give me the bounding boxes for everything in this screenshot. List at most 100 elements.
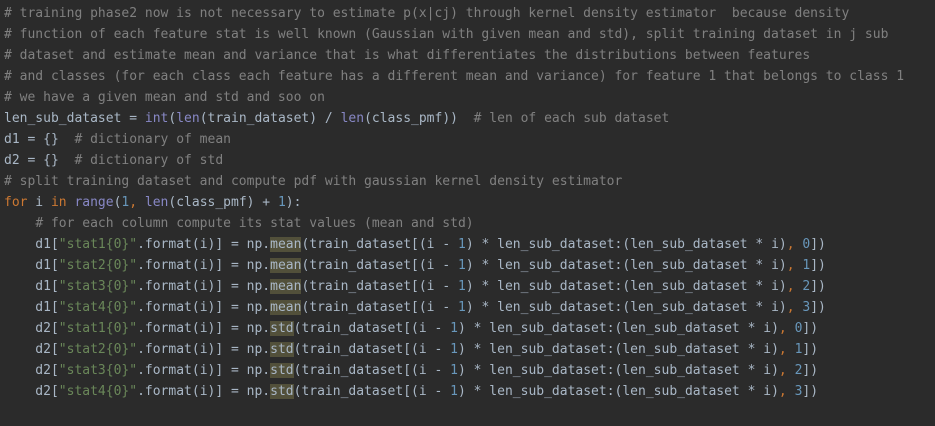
- code-text: ) * len_sub_dataset:(len_sub_dataset * i…: [458, 363, 779, 378]
- code-text: .format(i)] = np.: [137, 384, 271, 399]
- code-keyword: ,: [786, 300, 795, 315]
- code-text: (train_dataset[(i -: [301, 237, 458, 252]
- code-editor[interactable]: # training phase2 now is not necessary t…: [0, 0, 935, 426]
- code-line[interactable]: # for each column compute its stat value…: [4, 213, 904, 234]
- code-text: (class_pmf) +: [168, 195, 278, 210]
- code-text: d1 = {}: [4, 132, 75, 147]
- code-comment: # len of each sub dataset: [473, 111, 670, 126]
- code-line[interactable]: # training phase2 now is not necessary t…: [4, 3, 904, 24]
- code-highlighted-identifier: mean: [270, 300, 302, 315]
- code-line[interactable]: d1["stat4{0}".format(i)] = np.mean(train…: [4, 297, 904, 318]
- code-keyword: ,: [129, 195, 138, 210]
- code-line[interactable]: # split training dataset and compute pdf…: [4, 171, 904, 192]
- code-text: d2[: [4, 321, 59, 336]
- code-text: ) * len_sub_dataset:(len_sub_dataset * i…: [465, 300, 787, 315]
- code-string: "stat1{0}": [58, 237, 138, 252]
- code-string: "stat4{0}": [58, 384, 138, 399]
- code-comment: # dataset and estimate mean and variance…: [4, 48, 811, 63]
- code-line[interactable]: d2 = {} # dictionary of std: [4, 150, 904, 171]
- code-number: 1: [458, 258, 466, 273]
- code-string: "stat4{0}": [58, 300, 138, 315]
- code-builtin: int: [144, 111, 169, 126]
- code-number: 1: [458, 237, 466, 252]
- code-line[interactable]: d1 = {} # dictionary of mean: [4, 129, 904, 150]
- code-text: d2[: [4, 363, 59, 378]
- code-text: (train_dataset) /: [199, 111, 341, 126]
- code-text: .format(i)] = np.: [137, 279, 271, 294]
- code-text: d1[: [4, 258, 59, 273]
- code-highlighted-identifier: mean: [270, 237, 302, 252]
- code-comment: # dictionary of mean: [74, 132, 231, 147]
- code-highlighted-identifier: mean: [270, 279, 302, 294]
- code-number: 1: [450, 321, 458, 336]
- code-text: (train_dataset[(i -: [293, 342, 451, 357]
- code-text: ]): [802, 321, 819, 336]
- code-line[interactable]: d2["stat4{0}".format(i)] = np.std(train_…: [4, 381, 904, 402]
- code-text: d2[: [4, 384, 59, 399]
- code-line[interactable]: d1["stat2{0}".format(i)] = np.mean(train…: [4, 255, 904, 276]
- code-text: .format(i)] = np.: [137, 363, 271, 378]
- code-comment: # and classes (for each class each featu…: [4, 69, 905, 84]
- code-text: .format(i)] = np.: [137, 321, 271, 336]
- code-line[interactable]: # function of each feature stat is well …: [4, 24, 904, 45]
- code-text: d2[: [4, 342, 59, 357]
- code-text: (train_dataset[(i -: [293, 363, 451, 378]
- code-line[interactable]: # dataset and estimate mean and variance…: [4, 45, 904, 66]
- code-keyword: for: [4, 195, 28, 210]
- code-text: .format(i)] = np.: [137, 237, 271, 252]
- code-comment: # function of each feature stat is well …: [4, 27, 889, 42]
- code-text: d1[: [4, 300, 59, 315]
- code-line[interactable]: len_sub_dataset = int(len(train_dataset)…: [4, 108, 904, 129]
- code-comment: # dictionary of std: [74, 153, 224, 168]
- code-highlighted-identifier: std: [270, 363, 294, 378]
- code-text: (train_dataset[(i -: [301, 279, 458, 294]
- code-keyword: ,: [778, 321, 787, 336]
- code-number: 1: [450, 363, 458, 378]
- code-builtin: len: [176, 111, 200, 126]
- code-comment: # we have a given mean and std and soo o…: [4, 90, 325, 105]
- code-text: d2 = {}: [4, 153, 75, 168]
- code-number: 1: [277, 195, 286, 210]
- code-text: .format(i)] = np.: [137, 342, 271, 357]
- code-text: ]): [802, 342, 819, 357]
- code-text: ]): [802, 363, 819, 378]
- code-builtin: len: [340, 111, 365, 126]
- code-comment: # split training dataset and compute pdf…: [4, 174, 623, 189]
- code-highlighted-identifier: mean: [270, 258, 302, 273]
- code-line[interactable]: d1["stat3{0}".format(i)] = np.mean(train…: [4, 276, 904, 297]
- code-line[interactable]: d2["stat2{0}".format(i)] = np.std(train_…: [4, 339, 904, 360]
- code-string: "stat3{0}": [58, 363, 138, 378]
- code-text: (train_dataset[(i -: [293, 384, 451, 399]
- code-text: ]): [802, 384, 819, 399]
- code-line[interactable]: d2["stat1{0}".format(i)] = np.std(train_…: [4, 318, 904, 339]
- code-comment: # training phase2 now is not necessary t…: [4, 6, 850, 21]
- code-line[interactable]: # and classes (for each class each featu…: [4, 66, 904, 87]
- code-highlighted-identifier: std: [270, 342, 294, 357]
- code-keyword: ,: [786, 258, 795, 273]
- code-text: ) * len_sub_dataset:(len_sub_dataset * i…: [458, 342, 779, 357]
- code-comment: # for each column compute its stat value…: [35, 216, 474, 231]
- code-keyword: ,: [778, 342, 787, 357]
- code-line[interactable]: d2["stat3{0}".format(i)] = np.std(train_…: [4, 360, 904, 381]
- code-text: ) * len_sub_dataset:(len_sub_dataset * i…: [465, 258, 787, 273]
- code-string: "stat1{0}": [58, 321, 138, 336]
- code-keyword: in: [50, 195, 67, 210]
- code-text: .format(i)] = np.: [137, 258, 271, 273]
- code-line[interactable]: d1["stat1{0}".format(i)] = np.mean(train…: [4, 234, 904, 255]
- code-text: ]): [810, 279, 826, 294]
- code-text: ):: [285, 195, 302, 210]
- code-keyword: ,: [778, 363, 787, 378]
- code-keyword: ,: [786, 237, 795, 252]
- code-line[interactable]: for i in range(1, len(class_pmf) + 1):: [4, 192, 904, 213]
- code-text: i: [27, 195, 51, 210]
- code-text: len_sub_dataset =: [4, 111, 145, 126]
- code-line[interactable]: # we have a given mean and std and soo o…: [4, 87, 904, 108]
- code-lines[interactable]: # training phase2 now is not necessary t…: [4, 3, 904, 402]
- code-number: 1: [458, 300, 466, 315]
- code-builtin: len: [144, 195, 169, 210]
